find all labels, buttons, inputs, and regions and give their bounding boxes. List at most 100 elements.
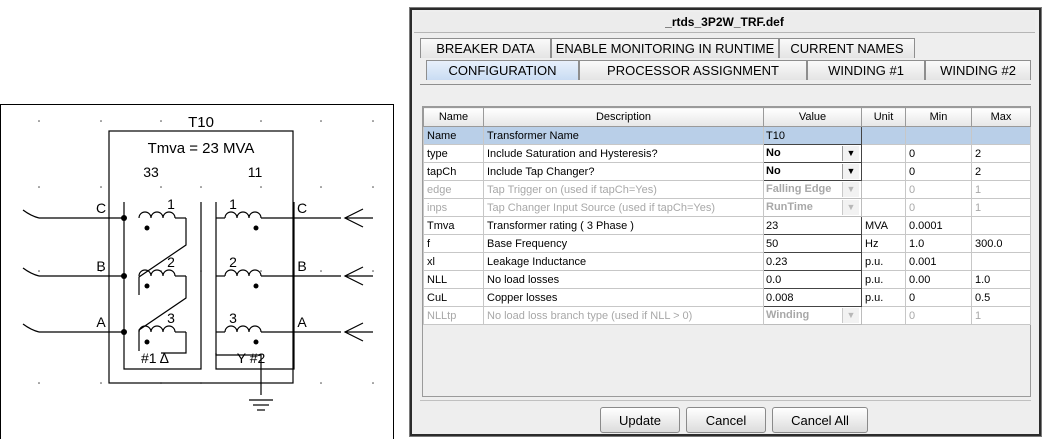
- grid-dot: [372, 382, 374, 384]
- param-min-cell: 0: [905, 306, 972, 325]
- table-row[interactable]: type Include Saturation and Hysteresis? No…: [423, 144, 1031, 163]
- dropdown-select[interactable]: Winding ▼: [766, 308, 859, 323]
- chevron-down-icon[interactable]: ▼: [842, 182, 859, 197]
- param-name-cell: tapCh: [423, 162, 484, 181]
- tab-winding-1[interactable]: WINDING #1: [807, 60, 925, 80]
- tab-winding-2[interactable]: WINDING #2: [925, 60, 1031, 80]
- param-unit-cell: p.u.: [861, 252, 906, 271]
- winding-number: 3: [167, 310, 175, 326]
- table-row[interactable]: inps Tap Changer Input Source (used if ta…: [423, 198, 1031, 217]
- primary-phase-label: B: [96, 258, 105, 274]
- primary-coil: [138, 211, 176, 219]
- param-min-cell: 0.00: [905, 270, 972, 289]
- param-unit-cell: MVA: [861, 216, 906, 235]
- param-name-cell: CuL: [423, 288, 484, 307]
- param-min-cell: 0: [905, 162, 972, 181]
- table-row[interactable]: tapCh Include Tap Changer? No ▼ 0 2: [423, 162, 1031, 181]
- dialog-title: _rtds_3P2W_TRF.def: [414, 12, 1035, 33]
- param-value-input[interactable]: 23: [763, 216, 862, 235]
- column-header-value[interactable]: Value: [763, 107, 862, 127]
- grid-dot: [260, 270, 262, 272]
- table-row[interactable]: CuL Copper losses 0.008 p.u. 0 0.5: [423, 288, 1031, 307]
- dropdown-value: No: [766, 165, 781, 177]
- cancel-button[interactable]: Cancel: [686, 407, 766, 433]
- param-value-dropdown[interactable]: Falling Edge ▼: [763, 180, 862, 199]
- param-name-cell: NLLtp: [423, 306, 484, 325]
- param-max-cell: 2: [971, 162, 1031, 181]
- param-min-cell: 0: [905, 180, 972, 199]
- column-header-unit[interactable]: Unit: [861, 107, 906, 127]
- table-row[interactable]: Name Transformer Name T10: [423, 126, 1031, 145]
- dropdown-select[interactable]: Falling Edge ▼: [766, 182, 859, 197]
- param-value-input[interactable]: 0.008: [763, 288, 862, 307]
- param-max-cell: 1: [971, 306, 1031, 325]
- param-description-cell: No load loss branch type (used if NLL > …: [483, 306, 764, 325]
- param-value-dropdown[interactable]: No ▼: [763, 162, 862, 181]
- dropdown-select[interactable]: No ▼: [766, 146, 859, 161]
- param-unit-cell: [861, 306, 906, 325]
- param-max-cell: 2: [971, 144, 1031, 163]
- param-value-input[interactable]: 0.23: [763, 252, 862, 271]
- param-value-input[interactable]: T10: [763, 126, 862, 145]
- grid-dot: [320, 270, 322, 272]
- param-min-cell: 0: [905, 198, 972, 217]
- tab-current-names[interactable]: CURRENT NAMES: [779, 38, 915, 58]
- dropdown-select[interactable]: No ▼: [766, 164, 859, 179]
- param-max-cell: [971, 126, 1031, 145]
- param-description-cell: Include Tap Changer?: [483, 162, 764, 181]
- junction-dot: [121, 215, 127, 221]
- chevron-down-icon[interactable]: ▼: [842, 200, 859, 215]
- column-header-min[interactable]: Min: [905, 107, 972, 127]
- param-value-input[interactable]: 50: [763, 234, 862, 253]
- param-value-input[interactable]: 0.0: [763, 270, 862, 289]
- param-name-cell: f: [423, 234, 484, 253]
- secondary-coil: [224, 211, 262, 219]
- chevron-down-icon[interactable]: ▼: [842, 146, 859, 161]
- table-row[interactable]: NLLtp No load loss branch type (used if N…: [423, 306, 1031, 325]
- junction-dot: [121, 273, 127, 279]
- tab-configuration[interactable]: CONFIGURATION: [426, 60, 579, 80]
- polarity-dot: [253, 225, 259, 231]
- param-value-dropdown[interactable]: Winding ▼: [763, 306, 862, 325]
- primary-terminal: [22, 323, 40, 333]
- chevron-down-icon[interactable]: ▼: [842, 164, 859, 179]
- grid-dot: [320, 120, 322, 122]
- grid-dot: [38, 186, 40, 188]
- winding-number: 1: [229, 196, 237, 212]
- secondary-winding-label: Y #2: [237, 350, 266, 366]
- chevron-down-icon[interactable]: ▼: [842, 308, 859, 323]
- tab-enable-monitoring[interactable]: ENABLE MONITORING IN RUNTIME: [551, 38, 779, 58]
- param-name-cell: NLL: [423, 270, 484, 289]
- param-unit-cell: [861, 198, 906, 217]
- tab-processor-assignment[interactable]: PROCESSOR ASSIGNMENT: [579, 60, 807, 80]
- grid-dot: [200, 186, 202, 188]
- primary-terminal: [22, 209, 40, 219]
- cancel-all-button[interactable]: Cancel All: [772, 407, 868, 433]
- parameters-table: Name Description Value Unit Min Max Name…: [423, 107, 1031, 325]
- table-row[interactable]: edge Tap Trigger on (used if tapCh=Yes) Fa…: [423, 180, 1031, 199]
- column-header-name[interactable]: Name: [423, 107, 484, 127]
- param-name-cell: Name: [423, 126, 484, 145]
- column-header-max[interactable]: Max: [971, 107, 1031, 127]
- grid-dot: [100, 382, 102, 384]
- table-row[interactable]: NLL No load losses 0.0 p.u. 0.00 1.0: [423, 270, 1031, 289]
- grid-dot: [160, 186, 162, 188]
- table-row[interactable]: f Base Frequency 50 Hz 1.0 300.0: [423, 234, 1031, 253]
- param-value-dropdown[interactable]: RunTime ▼: [763, 198, 862, 217]
- grid-dot: [260, 186, 262, 188]
- polarity-dot: [144, 339, 150, 345]
- table-row[interactable]: xl Leakage Inductance 0.23 p.u. 0.001: [423, 252, 1031, 271]
- polarity-dot: [144, 225, 150, 231]
- update-button[interactable]: Update: [600, 407, 680, 433]
- param-unit-cell: p.u.: [861, 288, 906, 307]
- primary-phase-label: A: [96, 314, 106, 330]
- param-min-cell: 0: [905, 288, 972, 307]
- table-row[interactable]: Tmva Transformer rating ( 3 Phase ) 23 MVA 0…: [423, 216, 1031, 235]
- param-value-dropdown[interactable]: No ▼: [763, 144, 862, 163]
- column-header-description[interactable]: Description: [483, 107, 764, 127]
- polarity-dot: [253, 283, 259, 289]
- tab-breaker-data[interactable]: BREAKER DATA: [420, 38, 551, 58]
- param-max-cell: 0.5: [971, 288, 1031, 307]
- grid-dot: [372, 186, 374, 188]
- dropdown-select[interactable]: RunTime ▼: [766, 200, 859, 215]
